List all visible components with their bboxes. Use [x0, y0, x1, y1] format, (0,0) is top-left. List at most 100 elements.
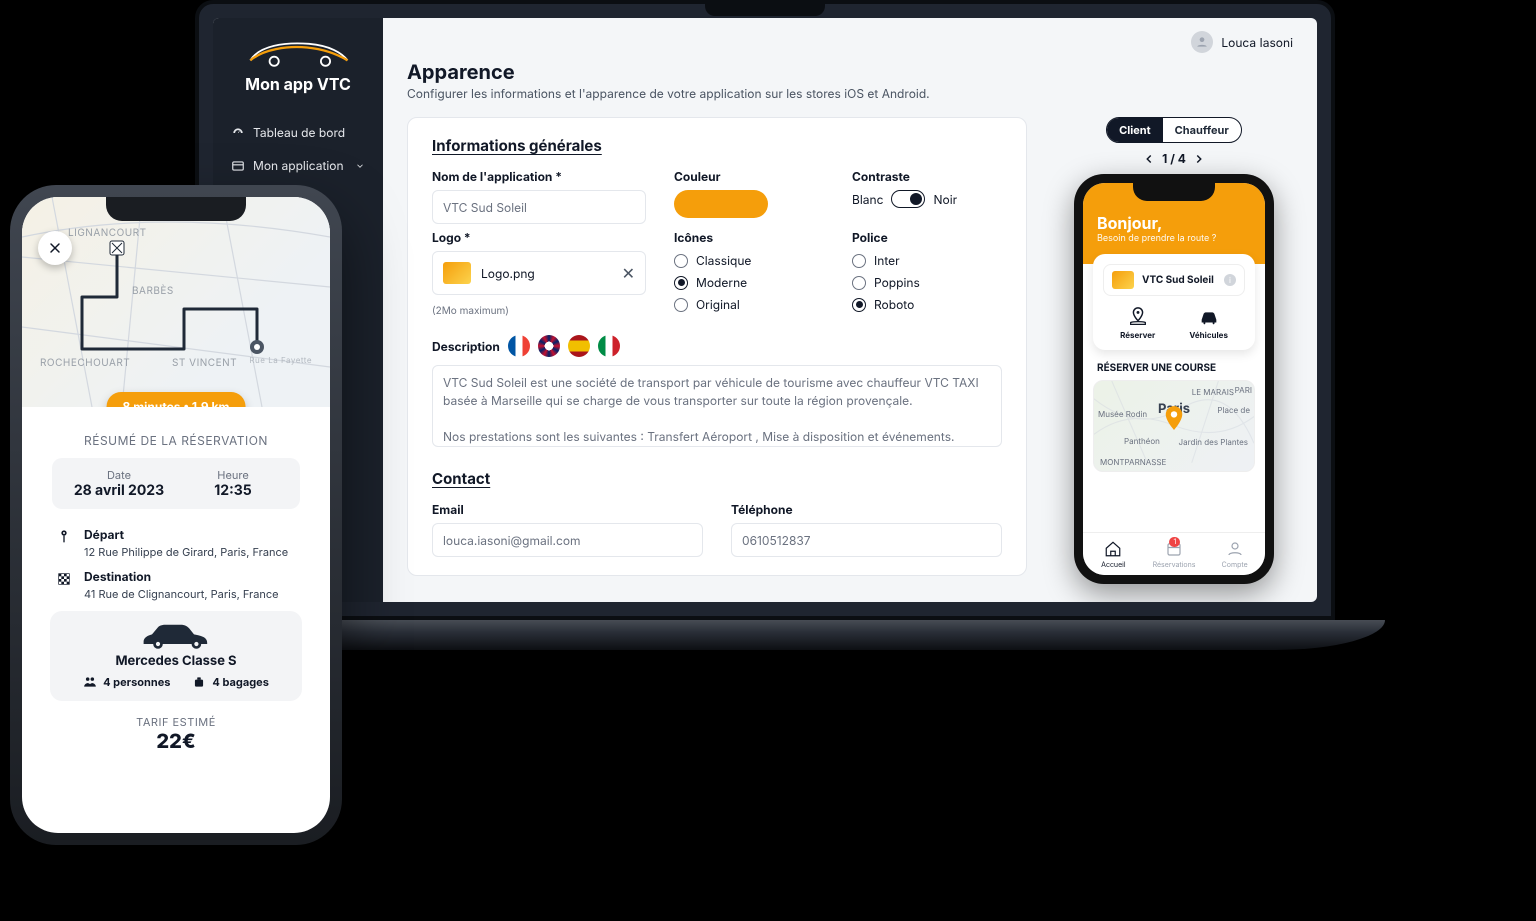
flag-fr-icon[interactable]	[508, 335, 530, 357]
label-app-name: Nom de l'application *	[432, 169, 646, 184]
laptop-mockup: Mon app VTC Tableau de bord Mon applicat…	[195, 0, 1335, 650]
preview-brand-name: VTC Sud Soleil	[1142, 274, 1214, 286]
preview-tab-home[interactable]: Accueil	[1083, 533, 1144, 575]
logo-remove-button[interactable]: ✕	[622, 263, 635, 283]
left-phone-notch	[106, 197, 246, 221]
preview-brand-logo-icon	[1112, 271, 1134, 289]
brand-name: Mon app VTC	[245, 74, 351, 94]
luggage-icon	[192, 675, 206, 689]
spec-luggage: 4 bagages	[192, 675, 268, 689]
seg-client[interactable]: Client	[1107, 118, 1163, 142]
avatar[interactable]	[1191, 31, 1213, 53]
main-content: Louca Iasoni Apparence Configurer les in…	[383, 18, 1317, 602]
vehicle-card: Mercedes Classe S 4 personnes 4 bagages	[50, 611, 302, 701]
left-phone-mockup: LIGNANCOURT BARBÈS ROCHECHOUART ST VINCE…	[10, 185, 342, 845]
pager-label: 1 / 4	[1162, 151, 1186, 166]
contrast-black-label: Noir	[933, 192, 957, 207]
radio-icons-moderne[interactable]: Moderne	[674, 275, 824, 290]
reservation-map[interactable]: LIGNANCOURT BARBÈS ROCHECHOUART ST VINCE…	[22, 197, 330, 407]
textarea-description[interactable]: VTC Sud Soleil est une société de transp…	[432, 365, 1002, 447]
user-name: Louca Iasoni	[1221, 35, 1293, 50]
segmented-control: Client Chauffeur	[1106, 117, 1242, 143]
preview-greeting: Bonjour,	[1097, 213, 1251, 233]
car-icon	[1198, 306, 1220, 328]
label-color: Couleur	[674, 169, 824, 184]
info-icon[interactable]: i	[1224, 274, 1236, 286]
preview-column: Client Chauffeur 1 / 4	[1055, 117, 1293, 584]
label-email: Email	[432, 502, 703, 517]
tarif-value: 22€	[42, 729, 310, 753]
sidebar-item-dashboard[interactable]: Tableau de bord	[219, 116, 377, 149]
radio-font-roboto[interactable]: Roboto	[852, 297, 1002, 312]
spec-passengers: 4 personnes	[83, 675, 170, 689]
destination-row: Destination 41 Rue de Clignancourt, Pari…	[54, 569, 298, 601]
logo-upload[interactable]: Logo.png ✕	[432, 251, 646, 295]
gauge-icon	[231, 126, 245, 140]
chevron-down-icon	[355, 161, 365, 171]
chevron-right-icon[interactable]	[1192, 152, 1206, 166]
reservation-summary: RÉSUMÉ DE LA RÉSERVATION Date 28 avril 2…	[22, 407, 330, 833]
logo-thumb-icon	[443, 262, 471, 284]
destination-flag-icon	[56, 571, 72, 587]
pin-map-icon	[1127, 306, 1149, 328]
brand: Mon app VTC	[213, 30, 383, 108]
sidebar-item-my-app[interactable]: Mon application	[219, 149, 377, 182]
radio-icons-original[interactable]: Original	[674, 297, 824, 312]
seg-driver[interactable]: Chauffeur	[1163, 118, 1241, 142]
preview-map[interactable]: Paris Musée Rodin Panthéon Place de Jard…	[1093, 380, 1255, 472]
origin-pin-icon	[56, 529, 72, 545]
brand-car-icon	[243, 36, 353, 70]
tarif-heading: TARIF ESTIMÉ	[42, 715, 310, 729]
color-swatch[interactable]	[674, 190, 768, 218]
car-silhouette-icon	[140, 619, 212, 651]
page-title: Apparence	[407, 60, 1293, 84]
label-contrast: Contraste	[852, 169, 1002, 184]
route-summary-pill: 8 minutes • 1,9 km	[107, 392, 246, 407]
radio-icons-classique[interactable]: Classique	[674, 253, 824, 268]
sidebar-item-label: Tableau de bord	[253, 125, 345, 140]
contrast-white-label: Blanc	[852, 192, 883, 207]
section-info-title: Informations générales	[432, 136, 1002, 155]
preview-action-reserve[interactable]: Réserver	[1120, 306, 1155, 340]
input-phone[interactable]	[731, 523, 1002, 557]
datetime-card: Date 28 avril 2023 Heure 12:35	[52, 458, 300, 509]
preview-phone: Bonjour, Besoin de prendre la route ? VT…	[1074, 174, 1274, 584]
logo-filename: Logo.png	[481, 266, 535, 281]
page-subtitle: Configurer les informations et l'apparen…	[407, 86, 1293, 101]
vehicle-name: Mercedes Classe S	[115, 653, 236, 669]
preview-tab-account[interactable]: Compte	[1204, 533, 1265, 575]
radio-font-poppins[interactable]: Poppins	[852, 275, 1002, 290]
radio-font-inter[interactable]: Inter	[852, 253, 1002, 268]
contrast-toggle[interactable]	[891, 190, 925, 208]
preview-section-title: RÉSERVER UNE COURSE	[1083, 350, 1265, 374]
label-logo: Logo *	[432, 230, 646, 245]
label-phone: Téléphone	[731, 502, 1002, 517]
preview-tab-reservations[interactable]: 1 Réservations	[1144, 533, 1205, 575]
close-icon	[47, 240, 63, 256]
input-email[interactable]	[432, 523, 703, 557]
label-icons: Icônes	[674, 230, 824, 245]
logo-hint: (2Mo maximum)	[432, 305, 646, 317]
departure-row: Départ 12 Rue Philippe de Girard, Paris,…	[54, 527, 298, 559]
topbar: Louca Iasoni	[407, 30, 1293, 54]
account-icon	[1226, 540, 1244, 558]
flag-uk-icon[interactable]	[538, 335, 560, 357]
section-contact-title: Contact	[432, 469, 1002, 488]
preview-brand-card: VTC Sud Soleil i Réserver	[1093, 254, 1255, 350]
map-pin-icon	[1163, 406, 1185, 432]
close-button[interactable]	[38, 231, 72, 265]
chevron-left-icon[interactable]	[1142, 152, 1156, 166]
preview-tabbar: Accueil 1 Réservations	[1083, 532, 1265, 575]
preview-phone-notch	[1133, 183, 1215, 201]
preview-action-vehicles[interactable]: Véhicules	[1189, 306, 1228, 340]
app-icon	[231, 159, 245, 173]
flag-it-icon[interactable]	[598, 335, 620, 357]
home-icon	[1104, 540, 1122, 558]
preview-subgreeting: Besoin de prendre la route ?	[1097, 233, 1251, 244]
passengers-icon	[83, 675, 97, 689]
flag-es-icon[interactable]	[568, 335, 590, 357]
input-app-name[interactable]	[432, 190, 646, 224]
laptop-notch	[705, 4, 825, 16]
label-font: Police	[852, 230, 1002, 245]
pager: 1 / 4	[1142, 151, 1206, 166]
